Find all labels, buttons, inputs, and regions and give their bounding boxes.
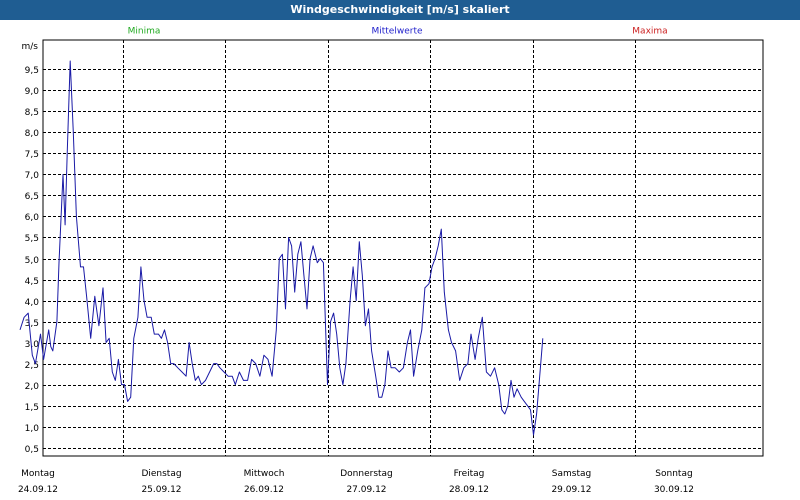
y-tick-label: 2,5 <box>25 361 39 371</box>
y-tick-label: 4,5 <box>25 277 39 287</box>
y-tick-label: 0,5 <box>25 445 39 455</box>
x-tick-weekday: Dienstag <box>141 469 181 479</box>
x-tick-date: 26.09.12 <box>244 485 284 495</box>
y-tick-label: 8,5 <box>25 108 39 118</box>
x-tick-weekday: Freitag <box>454 469 485 479</box>
y-tick-label: 7,0 <box>25 171 40 181</box>
x-tick-weekday: Montag <box>21 469 55 479</box>
x-tick-weekday: Mittwoch <box>244 469 285 479</box>
y-tick-label: 9,5 <box>25 66 39 76</box>
y-tick-label: 9,0 <box>25 87 40 97</box>
x-tick-weekday: Samstag <box>552 469 591 479</box>
legend-maxima: Maxima <box>632 27 667 37</box>
x-tick-date: 29.09.12 <box>551 485 591 495</box>
y-tick-label: 3,5 <box>25 319 39 329</box>
wind-speed-chart: 0,51,01,52,02,53,03,54,04,55,05,56,06,57… <box>18 27 764 495</box>
plot-area <box>42 39 764 457</box>
y-tick-label: 7,5 <box>25 150 39 160</box>
y-tick-label: 6,5 <box>25 192 39 202</box>
x-tick-date: 27.09.12 <box>346 485 386 495</box>
y-tick-label: 2,0 <box>25 382 40 392</box>
y-tick-label: 1,5 <box>25 403 39 413</box>
x-tick-date: 28.09.12 <box>449 485 489 495</box>
x-tick-weekday: Sonntag <box>655 469 692 479</box>
x-tick-date: 24.09.12 <box>18 485 58 495</box>
x-tick-weekday: Donnerstag <box>340 469 393 479</box>
y-tick-label: 5,0 <box>25 256 40 266</box>
window-title: Windgeschwindigkeit [m/s] skaliert <box>0 0 800 20</box>
y-tick-label: 4,0 <box>25 298 40 308</box>
legend-minima: Minima <box>128 27 161 37</box>
y-tick-label: 6,0 <box>25 213 40 223</box>
x-tick-date: 25.09.12 <box>141 485 181 495</box>
y-tick-label: 1,0 <box>25 424 40 434</box>
legend-mittelwerte: Mittelwerte <box>371 27 422 37</box>
y-tick-label: 5,5 <box>25 234 39 244</box>
y-axis-unit-label: m/s <box>22 42 39 52</box>
y-tick-label: 8,0 <box>25 129 40 139</box>
x-tick-date: 30.09.12 <box>654 485 694 495</box>
